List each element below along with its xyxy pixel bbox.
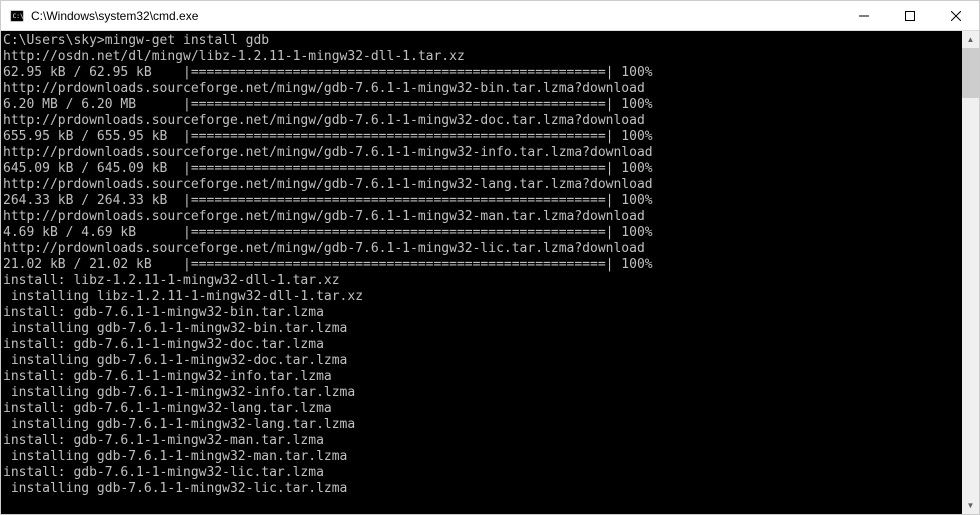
terminal-output[interactable]: C:\Users\sky>mingw-get install gdb http:… (1, 31, 962, 514)
terminal-area: C:\Users\sky>mingw-get install gdb http:… (1, 31, 979, 514)
scroll-up-arrow-icon[interactable]: ▲ (962, 31, 979, 48)
scroll-down-arrow-icon[interactable]: ▼ (962, 497, 979, 514)
window-title: C:\Windows\system32\cmd.exe (31, 9, 198, 23)
window-titlebar: C:\ C:\Windows\system32\cmd.exe (1, 1, 979, 31)
maximize-button[interactable] (887, 1, 933, 31)
cmd-icon: C:\ (9, 8, 25, 24)
svg-text:C:\: C:\ (13, 12, 24, 19)
scrollbar-track[interactable] (962, 48, 979, 497)
close-button[interactable] (933, 1, 979, 31)
vertical-scrollbar[interactable]: ▲ ▼ (962, 31, 979, 514)
minimize-button[interactable] (841, 1, 887, 31)
scrollbar-thumb[interactable] (962, 48, 979, 98)
